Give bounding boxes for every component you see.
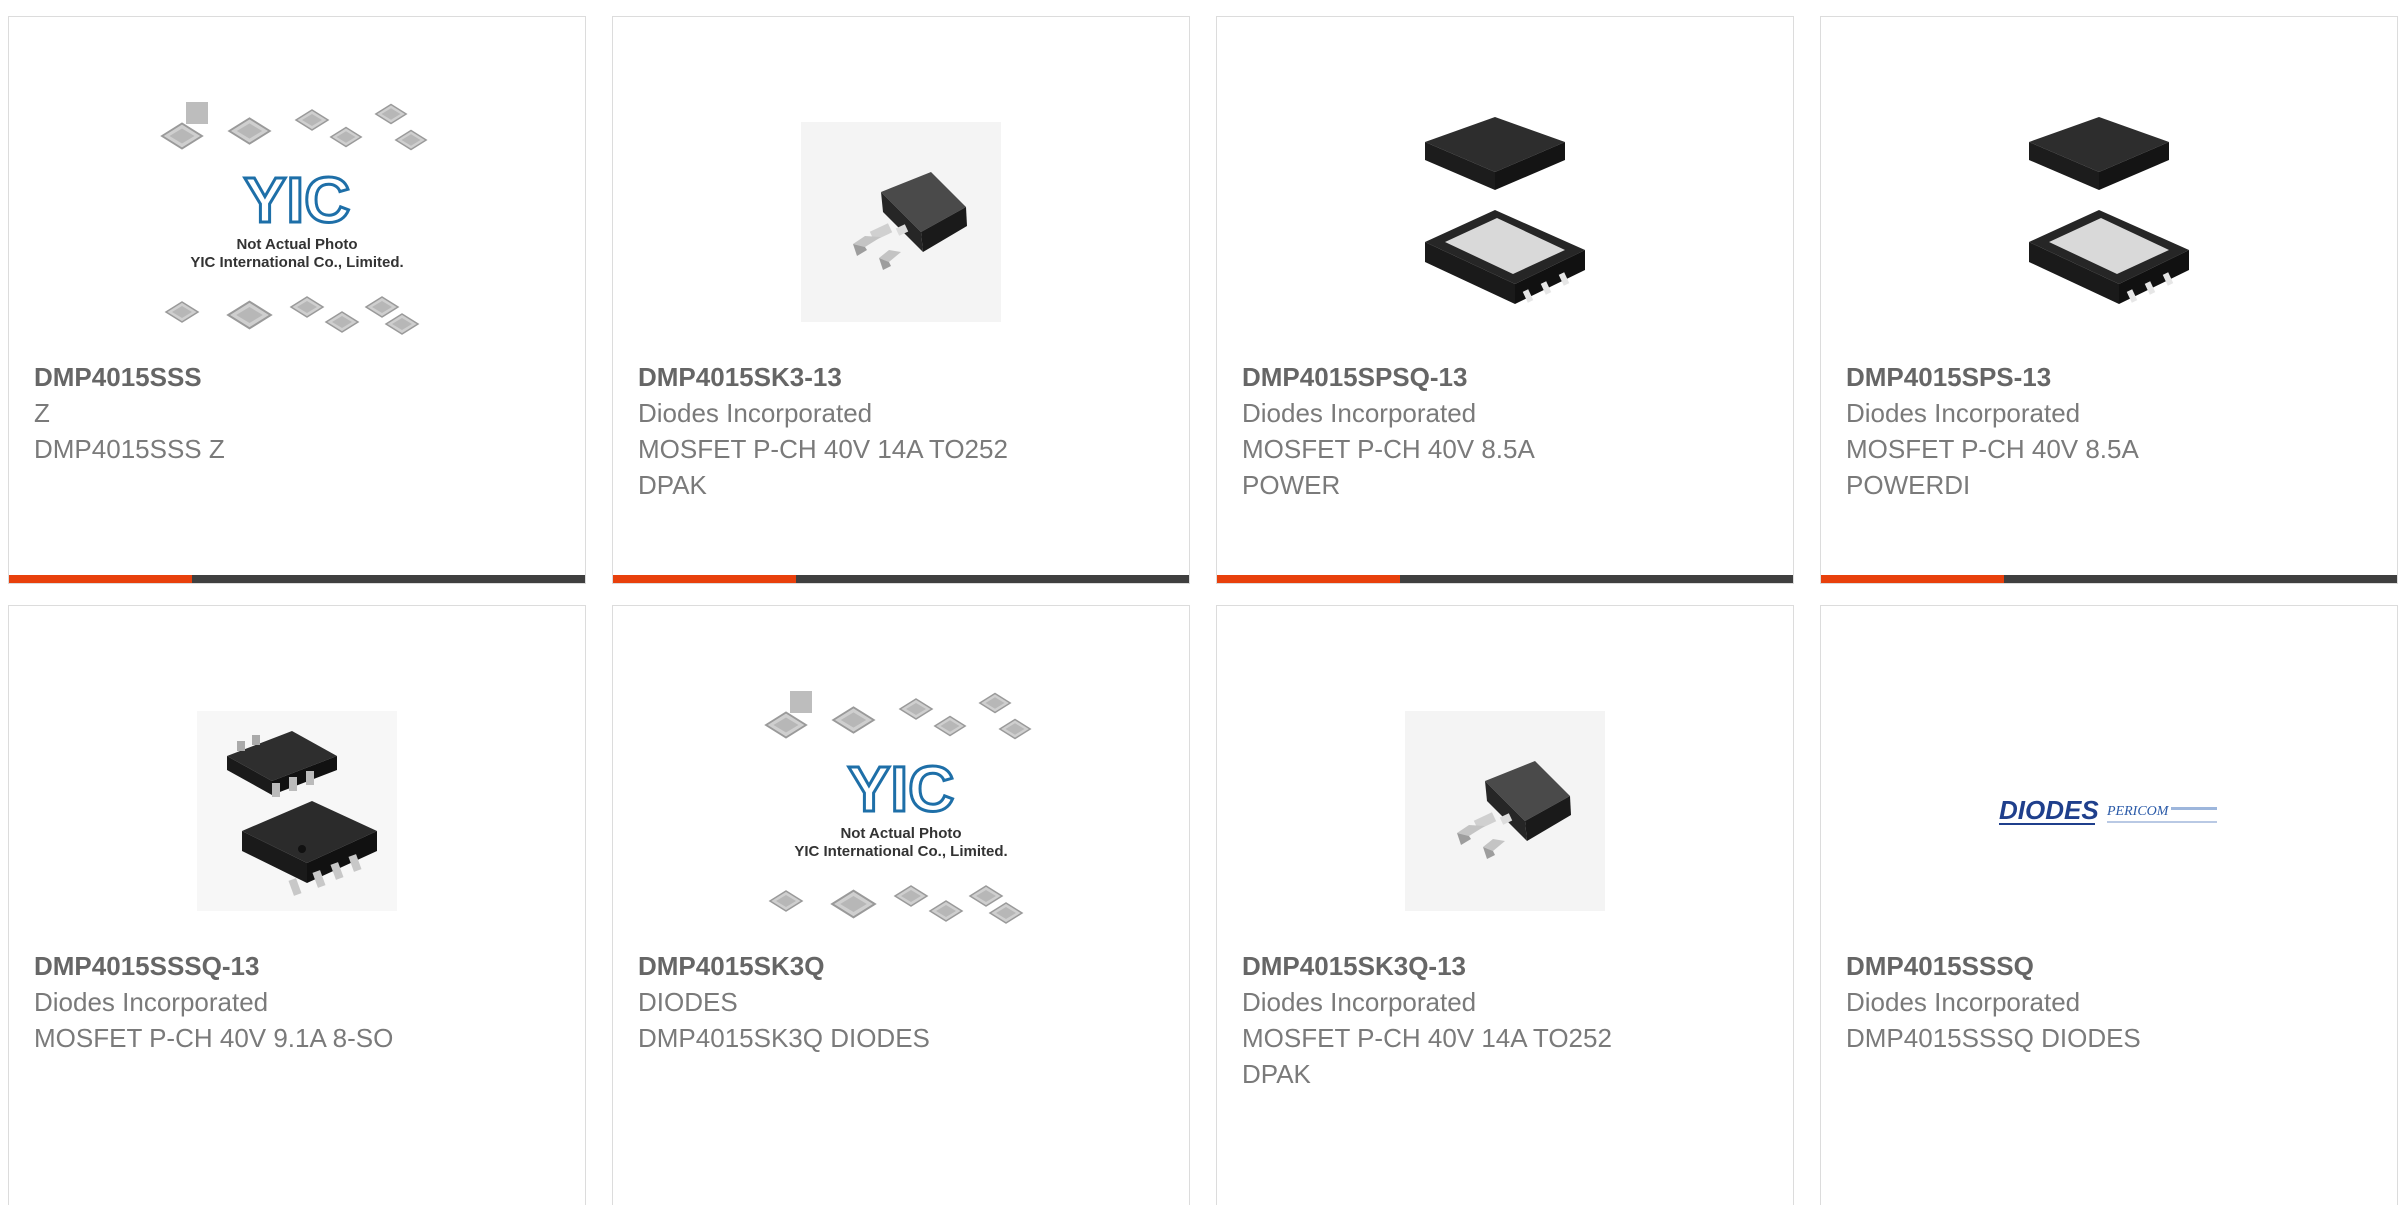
card-accent-bar xyxy=(9,575,192,583)
product-grid: YIC Not Actual Photo YIC International C… xyxy=(8,16,2400,1205)
product-card[interactable]: DMP4015SPSQ-13 Diodes Incorporated MOSFE… xyxy=(1216,16,1794,584)
yic-logo: YIC xyxy=(244,164,351,236)
to252-package-icon xyxy=(1405,711,1605,911)
manufacturer: DIODES xyxy=(638,987,738,1017)
product-image xyxy=(9,666,585,956)
description: MOSFET P-CH 40V 9.1A 8-SO xyxy=(34,1023,394,1053)
svg-text:Not Actual Photo: Not Actual Photo xyxy=(236,236,357,253)
manufacturer: Diodes Incorporated xyxy=(1242,987,1477,1017)
product-info: DMP4015SPSQ-13 Diodes Incorporated MOSFE… xyxy=(1242,359,1773,503)
product-image xyxy=(613,77,1189,367)
product-image: YIC Not Actual Photo YIC International C… xyxy=(613,666,1189,956)
product-card[interactable]: DMP4015SPS-13 Diodes Incorporated MOSFET… xyxy=(1820,16,2398,584)
yic-logo: YIC xyxy=(848,753,955,825)
powerdi-package-icon xyxy=(1405,112,1605,332)
product-info: DMP4015SPS-13 Diodes Incorporated MOSFET… xyxy=(1846,359,2377,503)
card-accent-bar xyxy=(1821,575,2004,583)
manufacturer: Diodes Incorporated xyxy=(34,987,269,1017)
placeholder-photo-icon: YIC Not Actual Photo YIC International C… xyxy=(765,691,1031,924)
product-image: DIODES PERICOM xyxy=(1821,666,2397,956)
product-info: DMP4015SK3-13 Diodes Incorporated MOSFET… xyxy=(638,359,1169,503)
description: MOSFET P-CH 40V 14A TO252 DPAK xyxy=(1242,1023,1612,1089)
svg-text:YIC International Co., Limited: YIC International Co., Limited. xyxy=(190,254,403,271)
manufacturer: Diodes Incorporated xyxy=(1242,398,1477,428)
svg-text:YIC International Co., Limited: YIC International Co., Limited. xyxy=(794,843,1007,860)
product-image xyxy=(1821,77,2397,367)
description: MOSFET P-CH 40V 14A TO252 DPAK xyxy=(638,434,1008,500)
product-card[interactable]: DMP4015SSSQ-13 Diodes Incorporated MOSFE… xyxy=(8,605,586,1205)
product-image: YIC Not Actual Photo YIC International C… xyxy=(9,77,585,367)
manufacturer: Diodes Incorporated xyxy=(1846,987,2081,1017)
product-image xyxy=(1217,666,1793,956)
product-info: DMP4015SSSQ Diodes Incorporated DMP4015S… xyxy=(1846,948,2377,1056)
product-info: DMP4015SSSQ-13 Diodes Incorporated MOSFE… xyxy=(34,948,565,1056)
description: MOSFET P-CH 40V 8.5A POWER xyxy=(1242,434,1535,500)
product-info: DMP4015SK3Q DIODES DMP4015SK3Q DIODES xyxy=(638,948,1169,1056)
product-info: DMP4015SK3Q-13 Diodes Incorporated MOSFE… xyxy=(1242,948,1773,1092)
part-number[interactable]: DMP4015SPSQ-13 xyxy=(1242,359,1773,395)
part-number[interactable]: DMP4015SPS-13 xyxy=(1846,359,2377,395)
manufacturer: Z xyxy=(34,398,50,428)
description: DMP4015SSS Z xyxy=(34,434,225,464)
product-card[interactable]: DMP4015SK3Q-13 Diodes Incorporated MOSFE… xyxy=(1216,605,1794,1205)
powerdi-package-icon xyxy=(2009,112,2209,332)
part-number[interactable]: DMP4015SSS xyxy=(34,359,565,395)
so8-package-icon xyxy=(197,711,397,911)
part-number[interactable]: DMP4015SSSQ-13 xyxy=(34,948,565,984)
card-bottom-bar xyxy=(1821,575,2397,583)
to252-package-icon xyxy=(801,122,1001,322)
product-image xyxy=(1217,77,1793,367)
part-number[interactable]: DMP4015SK3Q xyxy=(638,948,1169,984)
manufacturer: Diodes Incorporated xyxy=(1846,398,2081,428)
card-bottom-bar xyxy=(613,575,1189,583)
part-number[interactable]: DMP4015SK3-13 xyxy=(638,359,1169,395)
part-number[interactable]: DMP4015SSSQ xyxy=(1846,948,2377,984)
card-accent-bar xyxy=(613,575,796,583)
card-bottom-bar xyxy=(1217,575,1793,583)
product-card[interactable]: YIC Not Actual Photo YIC International C… xyxy=(8,16,586,584)
product-card[interactable]: YIC Not Actual Photo YIC International C… xyxy=(612,605,1190,1205)
description: MOSFET P-CH 40V 8.5A POWERDI xyxy=(1846,434,2139,500)
card-accent-bar xyxy=(1217,575,1400,583)
manufacturer: Diodes Incorporated xyxy=(638,398,873,428)
product-info: DMP4015SSS Z DMP4015SSS Z xyxy=(34,359,565,467)
product-card[interactable]: DMP4015SK3-13 Diodes Incorporated MOSFET… xyxy=(612,16,1190,584)
card-bottom-bar xyxy=(9,575,585,583)
svg-text:PERICOM: PERICOM xyxy=(2106,804,2170,819)
product-card[interactable]: DIODES PERICOM DMP4015SSSQ Diodes Incorp… xyxy=(1820,605,2398,1205)
part-number[interactable]: DMP4015SK3Q-13 xyxy=(1242,948,1773,984)
description: DMP4015SSSQ DIODES xyxy=(1846,1023,2141,1053)
svg-text:Not Actual Photo: Not Actual Photo xyxy=(840,825,961,842)
description: DMP4015SK3Q DIODES xyxy=(638,1023,930,1053)
placeholder-photo-icon: YIC Not Actual Photo YIC International C… xyxy=(161,102,427,335)
diodes-logo-icon: DIODES PERICOM xyxy=(1999,795,2217,825)
svg-text:DIODES: DIODES xyxy=(1999,795,2099,825)
